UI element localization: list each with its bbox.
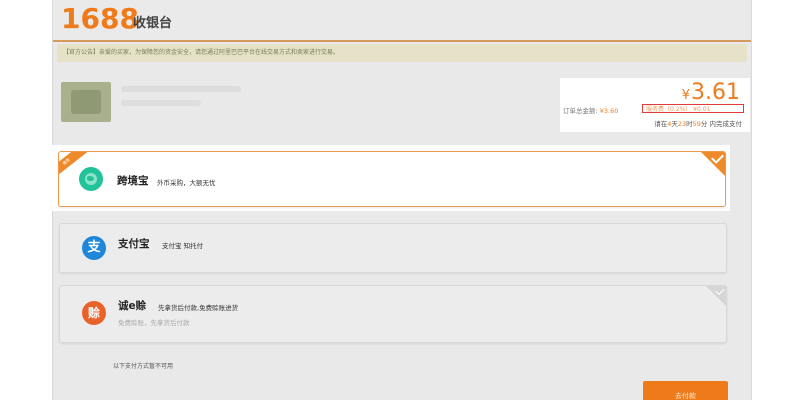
payment-method-alipay[interactable]: 支 支付宝 支付宝 知托付	[59, 223, 727, 273]
total-value: 3.61	[691, 80, 740, 105]
deadline-suffix: 内完成支付	[707, 120, 742, 128]
screenshot-frame: 1688 收银台 【官方公告】亲爱的买家，为保障您的资金安全，请您通过阿里巴巴平…	[0, 0, 800, 400]
selected-check-corner	[701, 152, 725, 176]
page-title: 收银台	[133, 16, 173, 31]
page-header: 1688 收银台	[53, 0, 751, 42]
payment-method-name: 跨境宝	[117, 175, 149, 187]
service-fee-highlight: 服务费（0.2%） ¥0.01	[642, 104, 744, 113]
currency-symbol: ¥	[681, 88, 691, 103]
payment-method-desc: 先拿货后付款,免费赊账进货	[158, 304, 239, 312]
cheng-icon: 赊	[82, 301, 106, 325]
order-total-amount: ¥3.61	[682, 80, 740, 105]
unavailable-methods-label: 以下支付方式暂不可用	[113, 363, 174, 370]
subtotal-amount: ¥3.60	[599, 107, 619, 115]
payment-method-desc: 支付宝 知托付	[162, 242, 204, 250]
payment-method-subdesc: 免费赊账，先拿货后付款	[118, 319, 190, 327]
payment-method-name: 支付宝	[118, 238, 150, 250]
pay-now-button[interactable]: 去付款	[643, 381, 728, 400]
globe-icon	[79, 167, 103, 191]
product-title-blurred	[121, 86, 241, 92]
total-label-text: 订单总金额:	[563, 107, 598, 115]
deadline-hours: 23	[677, 120, 687, 128]
order-total-label: 订单总金额: ¥3.60	[563, 105, 618, 115]
product-thumbnail	[61, 82, 111, 122]
payment-method-name: 诚e赊	[118, 300, 147, 312]
order-total-panel: ¥3.61 订单总金额: ¥3.60 服务费（0.2%） ¥0.01 请在4天2…	[560, 78, 750, 132]
deadline-prefix: 请在	[654, 120, 668, 128]
check-icon	[711, 152, 724, 164]
payment-deadline: 请在4天23时59分 内完成支付	[654, 118, 742, 128]
payment-method-desc: 外币采购，大额无忧	[157, 179, 216, 187]
product-info-blurred	[121, 100, 201, 106]
selected-method-highlight: 推荐 跨境宝 外币采购，大额无忧	[52, 145, 730, 211]
alipay-icon: 支	[82, 236, 106, 260]
deadline-minutes: 59	[692, 120, 701, 128]
official-notice: 【官方公告】亲爱的买家，为保障您的资金安全，请您通过阿里巴巴平台在线交易方式和卖…	[57, 44, 747, 62]
payment-method-cheng-e-she[interactable]: 赊 诚e赊 先拿货后付款,免费赊账进货 免费赊账，先拿货后付款	[59, 285, 727, 343]
check-icon	[715, 286, 725, 296]
payment-method-kuajingbao[interactable]: 推荐 跨境宝 外币采购，大额无忧	[58, 151, 726, 207]
unselected-check-corner	[706, 286, 726, 306]
logo[interactable]: 1688	[61, 2, 139, 35]
